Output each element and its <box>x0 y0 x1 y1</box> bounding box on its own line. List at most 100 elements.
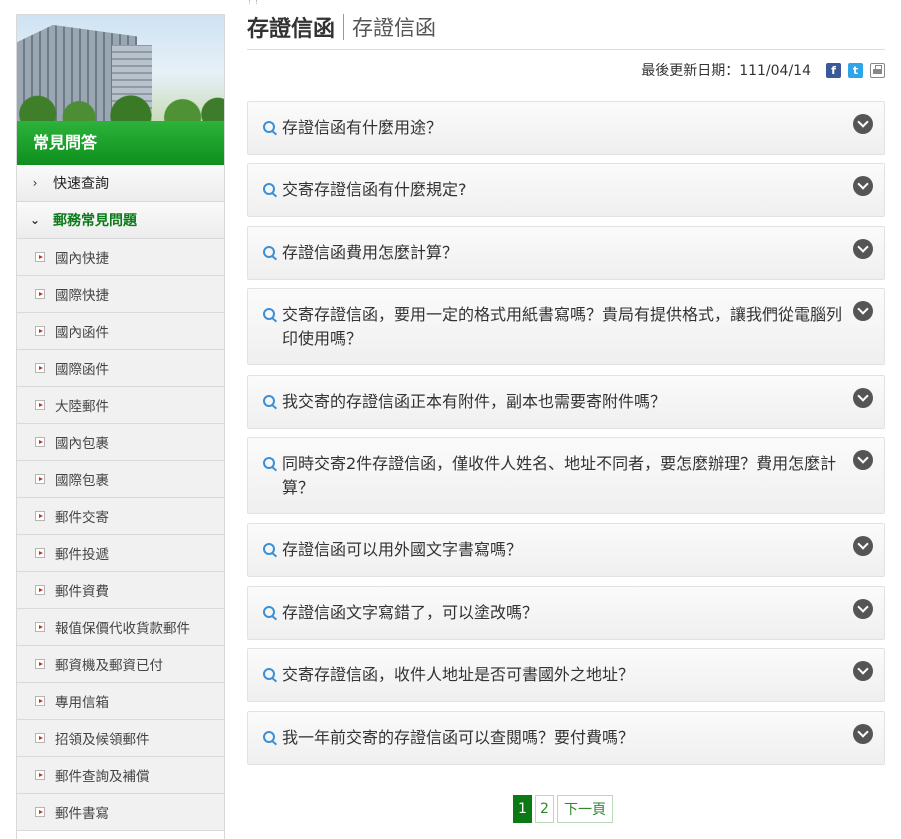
sidebar-subitem[interactable]: 郵件查詢及補償 <box>17 757 224 794</box>
question-search-icon <box>263 606 275 618</box>
sidebar-subitem-label: 專用信箱 <box>55 695 109 711</box>
last-updated: 最後更新日期：111/04/14 f t <box>641 60 885 80</box>
pagination: 1 2 下一頁 <box>513 795 613 823</box>
faq-item[interactable]: 同時交寄2件存證信函，僅收件人姓名、地址不同者，要怎麼辦理？費用怎麼計算？ <box>247 437 885 514</box>
sidebar-subitem-label: 郵件交寄 <box>55 510 109 526</box>
faq-question-text: 存證信函可以用外國文字書寫嗎？ <box>282 540 523 559</box>
faq-question-text: 交寄存證信函，收件人地址是否可書國外之地址？ <box>282 665 635 684</box>
sidebar: 常見問答 › 快速查詢 ⌄ 郵務常見問題 國內快捷國際快捷國內函件國際函件大陸郵… <box>16 14 225 839</box>
arrow-bullet-icon <box>35 548 45 558</box>
chevron-right-icon: › <box>32 176 38 190</box>
sidebar-subitem-label: 大陸郵件 <box>55 399 109 415</box>
sidebar-item-quick-search[interactable]: › 快速查詢 <box>17 165 224 202</box>
sidebar-subitem[interactable]: 國內快捷 <box>17 239 224 276</box>
sidebar-subitem-label: 國際包裹 <box>55 473 109 489</box>
last-updated-label: 最後更新日期：111/04/14 <box>641 63 811 79</box>
sidebar-subitem-label: 郵件查詢及補償 <box>55 769 150 785</box>
sidebar-subitem[interactable]: 國際包裹 <box>17 461 224 498</box>
question-search-icon <box>263 183 275 195</box>
sidebar-subitem[interactable]: 郵資機及郵資已付 <box>17 646 224 683</box>
twitter-share-icon[interactable]: t <box>848 62 863 78</box>
arrow-bullet-icon <box>35 437 45 447</box>
chevron-down-icon[interactable] <box>853 114 873 134</box>
faq-question-text: 我交寄的存證信函正本有附件，副本也需要寄附件嗎？ <box>282 392 667 411</box>
question-search-icon <box>263 543 275 555</box>
chevron-down-icon[interactable] <box>853 661 873 681</box>
sidebar-subitem-label: 郵資機及郵資已付 <box>55 658 163 674</box>
sidebar-subitem[interactable]: 專用信箱 <box>17 683 224 720</box>
chevron-down-icon[interactable] <box>853 724 873 744</box>
chevron-down-icon[interactable] <box>853 239 873 259</box>
page-title: 存證信函 存證信函 <box>247 12 436 42</box>
sidebar-subitem-label: 郵件資費 <box>55 584 109 600</box>
faq-item[interactable]: 交寄存證信函有什麼規定? <box>247 163 885 217</box>
sidebar-subitem[interactable]: 國內函件 <box>17 313 224 350</box>
question-search-icon <box>263 457 275 469</box>
sidebar-subitem[interactable]: 報值保價代收貨款郵件 <box>17 609 224 646</box>
question-search-icon <box>263 668 275 680</box>
sidebar-banner-image <box>17 15 224 121</box>
arrow-bullet-icon <box>35 770 45 780</box>
arrow-bullet-icon <box>35 659 45 669</box>
arrow-bullet-icon <box>35 511 45 521</box>
faq-item[interactable]: 交寄存證信函，要用一定的格式用紙書寫嗎？貴局有提供格式，讓我們從電腦列印使用嗎？ <box>247 288 885 365</box>
sidebar-subitem[interactable]: 國際函件 <box>17 350 224 387</box>
print-icon[interactable] <box>870 62 885 78</box>
faq-question-text: 存證信函有什麼用途？ <box>282 118 443 137</box>
sidebar-subitem-list: 國內快捷國際快捷國內函件國際函件大陸郵件國內包裹國際包裹郵件交寄郵件投遞郵件資費… <box>17 239 224 831</box>
sidebar-item-postal-faq[interactable]: ⌄ 郵務常見問題 <box>17 202 224 239</box>
page-title-sub: 存證信函 <box>352 16 437 40</box>
arrow-bullet-icon <box>35 696 45 706</box>
faq-question-text: 存證信函費用怎麼計算？ <box>282 243 459 262</box>
question-search-icon <box>263 121 275 133</box>
sidebar-subitem[interactable]: 郵件投遞 <box>17 535 224 572</box>
decorative-dots <box>249 0 257 4</box>
sidebar-subitem[interactable]: 招領及候領郵件 <box>17 720 224 757</box>
faq-question-text: 同時交寄2件存證信函，僅收件人姓名、地址不同者，要怎麼辦理？費用怎麼計算？ <box>282 454 837 497</box>
chevron-down-icon[interactable] <box>853 450 873 470</box>
sidebar-subitem[interactable]: 郵件書寫 <box>17 794 224 831</box>
chevron-down-icon: ⌄ <box>29 213 41 227</box>
faq-question-text: 存證信函文字寫錯了，可以塗改嗎？ <box>282 603 539 622</box>
facebook-share-icon[interactable]: f <box>826 62 841 78</box>
page-title-main: 存證信函 <box>247 17 336 42</box>
sidebar-subitem[interactable]: 郵件資費 <box>17 572 224 609</box>
sidebar-subitem[interactable]: 大陸郵件 <box>17 387 224 424</box>
page-link-1[interactable]: 1 <box>513 795 532 823</box>
faq-item[interactable]: 我一年前交寄的存證信函可以查閱嗎？要付費嗎？ <box>247 711 885 765</box>
sidebar-subitem-label: 國內函件 <box>55 325 109 341</box>
next-page-link[interactable]: 下一頁 <box>557 795 613 823</box>
sidebar-title: 常見問答 <box>17 121 224 165</box>
faq-item[interactable]: 我交寄的存證信函正本有附件，副本也需要寄附件嗎？ <box>247 375 885 429</box>
faq-item[interactable]: 存證信函有什麼用途？ <box>247 101 885 155</box>
page-link-2[interactable]: 2 <box>535 795 554 823</box>
sidebar-subitem-label: 國際快捷 <box>55 288 109 304</box>
arrow-bullet-icon <box>35 400 45 410</box>
sidebar-subitem-label: 報值保價代收貨款郵件 <box>55 621 190 637</box>
chevron-down-icon[interactable] <box>853 301 873 321</box>
sidebar-item-label: 郵務常見問題 <box>53 213 137 229</box>
faq-question-text: 我一年前交寄的存證信函可以查閱嗎？要付費嗎？ <box>282 728 635 747</box>
question-search-icon <box>263 246 275 258</box>
chevron-down-icon[interactable] <box>853 388 873 408</box>
arrow-bullet-icon <box>35 807 45 817</box>
faq-item[interactable]: 存證信函費用怎麼計算？ <box>247 226 885 280</box>
chevron-down-icon[interactable] <box>853 599 873 619</box>
sidebar-subitem[interactable]: 郵件交寄 <box>17 498 224 535</box>
chevron-down-icon[interactable] <box>853 176 873 196</box>
chevron-down-icon[interactable] <box>853 536 873 556</box>
faq-item[interactable]: 存證信函可以用外國文字書寫嗎？ <box>247 523 885 577</box>
arrow-bullet-icon <box>35 733 45 743</box>
arrow-bullet-icon <box>35 289 45 299</box>
arrow-bullet-icon <box>35 363 45 373</box>
question-search-icon <box>263 395 275 407</box>
sidebar-subitem-label: 國內快捷 <box>55 251 109 267</box>
faq-item[interactable]: 交寄存證信函，收件人地址是否可書國外之地址？ <box>247 648 885 702</box>
sidebar-subitem-label: 招領及候領郵件 <box>55 732 150 748</box>
arrow-bullet-icon <box>35 326 45 336</box>
sidebar-subitem[interactable]: 國際快捷 <box>17 276 224 313</box>
faq-item[interactable]: 存證信函文字寫錯了，可以塗改嗎？ <box>247 586 885 640</box>
sidebar-subitem[interactable]: 國內包裹 <box>17 424 224 461</box>
faq-question-text: 交寄存證信函有什麼規定? <box>282 180 467 199</box>
sidebar-subitem-label: 國際函件 <box>55 362 109 378</box>
